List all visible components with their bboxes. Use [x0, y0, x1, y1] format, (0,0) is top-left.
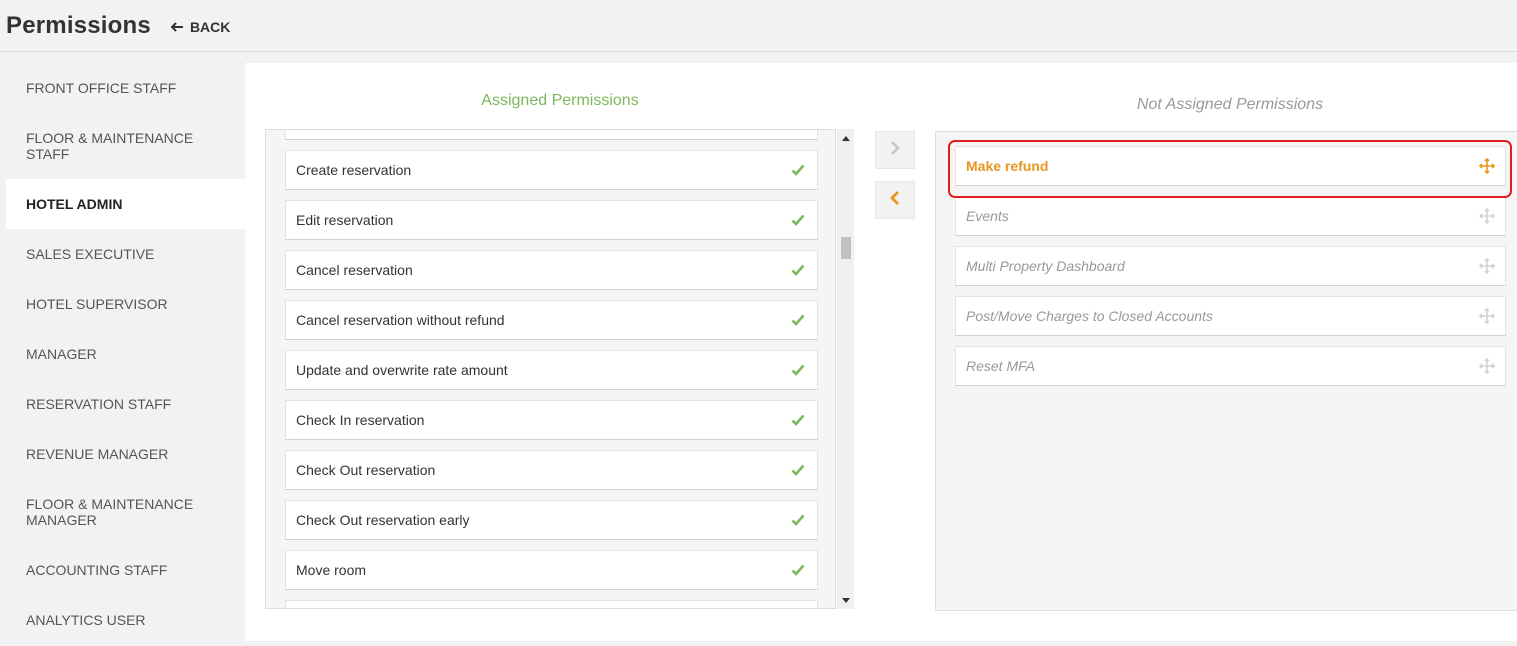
permissions-panel: Assigned Permissions Not Assigned Permis… [245, 63, 1517, 641]
sidebar-item-hotel-supervisor[interactable]: HOTEL SUPERVISOR [6, 279, 245, 329]
scroll-down-arrow-icon[interactable] [837, 593, 854, 607]
assigned-permission-row[interactable]: Edit reservation [285, 200, 818, 240]
chevron-left-icon [890, 190, 900, 211]
assigned-permissions-heading: Assigned Permissions [481, 92, 639, 109]
chevron-right-icon [890, 140, 900, 161]
sidebar-item-hotel-admin[interactable]: HOTEL ADMIN [6, 179, 245, 229]
not-assigned-permission-row-selected[interactable]: Make refund [955, 146, 1506, 186]
sidebar-item-accounting-staff[interactable]: ACCOUNTING STAFF [6, 545, 245, 595]
sidebar-item-analytics-user[interactable]: ANALYTICS USER [6, 595, 245, 645]
not-assigned-permissions-list[interactable]: Make refund Events Multi Property Dashbo… [935, 131, 1517, 611]
check-icon [791, 363, 805, 379]
assigned-permission-row[interactable]: Create reservation [285, 150, 818, 190]
sidebar-item-sales-executive[interactable]: SALES EXECUTIVE [6, 229, 245, 279]
check-icon [791, 313, 805, 329]
assigned-list-scrollbar[interactable] [837, 129, 854, 609]
scrollbar-thumb[interactable] [841, 237, 851, 259]
check-icon [791, 413, 805, 429]
sidebar-item-revenue-manager[interactable]: REVENUE MANAGER [6, 429, 245, 479]
move-to-not-assigned-button[interactable] [875, 131, 915, 169]
check-icon [791, 213, 805, 229]
sidebar-item-floor-maintenance-manager[interactable]: FLOOR & MAINTENANCE MANAGER [6, 479, 245, 545]
sidebar-item-reservation-staff[interactable]: RESERVATION STAFF [6, 379, 245, 429]
arrow-left-icon [170, 21, 184, 32]
assigned-permission-row[interactable]: Update and overwrite rate amount [285, 350, 818, 390]
assigned-permission-row[interactable]: Check In reservation [285, 400, 818, 440]
scroll-up-arrow-icon[interactable] [837, 131, 854, 145]
check-icon [791, 563, 805, 579]
assigned-permission-row-partial[interactable] [285, 130, 818, 140]
not-assigned-permissions-heading: Not Assigned Permissions [1136, 96, 1324, 113]
check-icon [791, 513, 805, 529]
check-icon [791, 463, 805, 479]
drag-move-icon[interactable] [1478, 207, 1496, 227]
assigned-permission-row[interactable]: Cancel reservation without refund [285, 300, 818, 340]
check-icon [791, 263, 805, 279]
assigned-permission-row[interactable]: Cancel reservation [285, 250, 818, 290]
bottom-divider [245, 641, 1517, 646]
assigned-permission-row[interactable]: Move room [285, 550, 818, 590]
not-assigned-permission-row[interactable]: Reset MFA [955, 346, 1506, 386]
drag-move-icon[interactable] [1478, 157, 1496, 177]
not-assigned-permission-row[interactable]: Multi Property Dashboard [955, 246, 1506, 286]
page-title: Permissions [6, 11, 151, 39]
assigned-permission-row[interactable]: Check Out reservation early [285, 500, 818, 540]
top-bar: Permissions BACK [0, 0, 1517, 52]
sidebar-item-manager[interactable]: MANAGER [6, 329, 245, 379]
check-icon [791, 163, 805, 179]
sidebar-item-front-office-staff[interactable]: FRONT OFFICE STAFF [6, 63, 245, 113]
role-sidebar: FRONT OFFICE STAFF FLOOR & MAINTENANCE S… [6, 63, 245, 645]
not-assigned-permission-row[interactable]: Events [955, 196, 1506, 236]
drag-move-icon[interactable] [1478, 257, 1496, 277]
assigned-permission-row-partial[interactable] [285, 600, 818, 608]
back-button[interactable]: BACK [170, 18, 231, 35]
back-label: BACK [189, 18, 231, 35]
drag-move-icon[interactable] [1478, 357, 1496, 377]
assigned-permission-row[interactable]: Check Out reservation [285, 450, 818, 490]
move-to-assigned-button[interactable] [875, 181, 915, 219]
sidebar-item-floor-maintenance-staff[interactable]: FLOOR & MAINTENANCE STAFF [6, 113, 245, 179]
assigned-permissions-list[interactable]: Create reservation Edit reservation Canc… [265, 129, 836, 609]
drag-move-icon[interactable] [1478, 307, 1496, 327]
not-assigned-permission-row[interactable]: Post/Move Charges to Closed Accounts [955, 296, 1506, 336]
